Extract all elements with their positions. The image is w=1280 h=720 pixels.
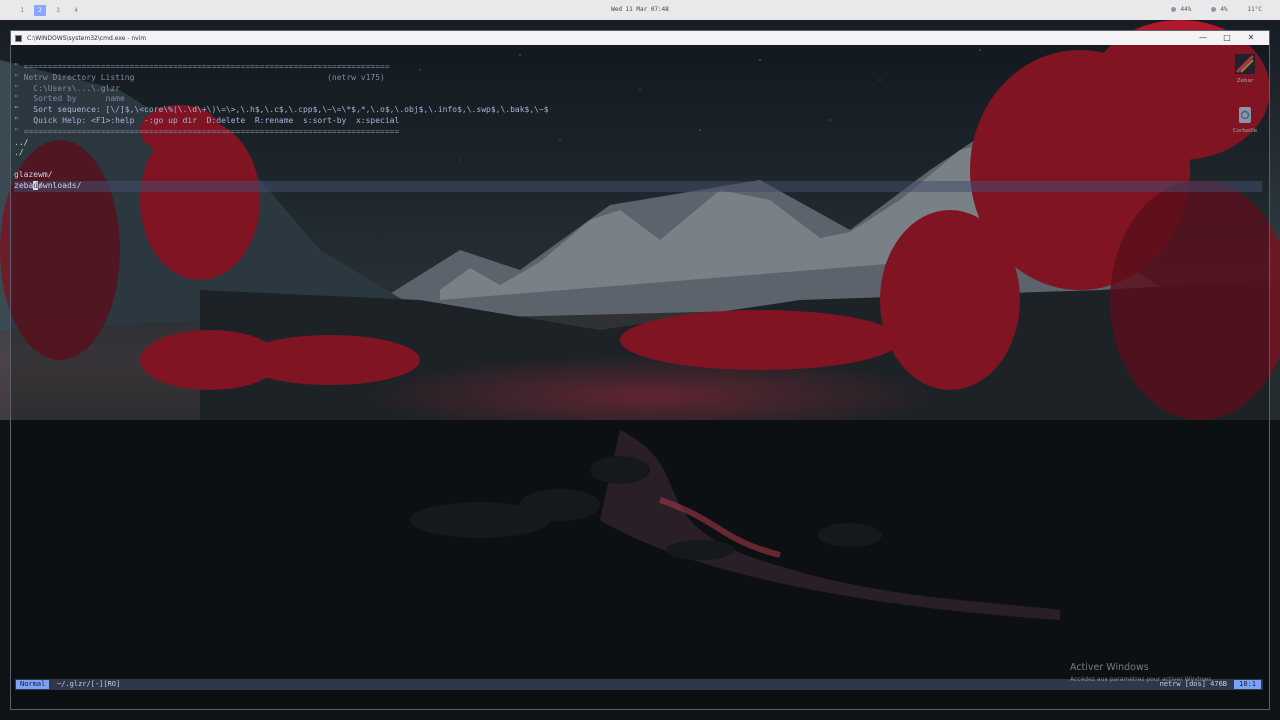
- netrw-banner-line: " ======================================…: [14, 126, 400, 136]
- directory-entry-selected[interactable]: downloads/: [14, 159, 1264, 192]
- netrw-banner-line: " C:\Users\...\.glzr: [14, 83, 120, 93]
- netrw-buffer[interactable]: " ======================================…: [14, 62, 1264, 192]
- top-bar: 1 2 3 4 Wed 11 Mar 07:48 44% 4% 11°C: [0, 0, 1280, 20]
- statusline-filename: ~/.glzr/[-][RO]: [57, 680, 121, 688]
- directory-entry[interactable]: ../: [14, 138, 1264, 149]
- netrw-banner-line: " Sort sequence: [\/]$,\<core\%(\.\d\+\)…: [14, 105, 549, 115]
- cursor-position: 10:1: [1234, 680, 1261, 689]
- window-titlebar[interactable]: C:\WINDOWS\system32\cmd.exe - nvim — □ ✕: [11, 31, 1269, 45]
- weather-temperature: 11°C: [1247, 6, 1262, 13]
- directory-entry[interactable]: zebar/: [14, 181, 1264, 192]
- window-title: C:\WINDOWS\system32\cmd.exe - nvim: [27, 34, 147, 42]
- memory-usage: 44%: [1180, 6, 1192, 13]
- clock: Wed 11 Mar 07:48: [611, 6, 669, 13]
- netrw-banner-line: " Sorted by name: [14, 94, 125, 104]
- netrw-banner-line: " Quick Help: <F1>:help -:go up dir D:de…: [14, 115, 400, 125]
- directory-entry[interactable]: ./: [14, 148, 1264, 159]
- memory-icon: [1171, 7, 1177, 12]
- close-button[interactable]: ✕: [1239, 31, 1263, 45]
- netrw-banner-line: " Netrw Directory Listing (netrw v175): [14, 72, 385, 82]
- watermark-subtitle: Accédez aux paramètres pour activer Wind…: [1070, 676, 1214, 683]
- mode-indicator: Normal: [16, 680, 50, 689]
- cpu-usage: 4%: [1220, 6, 1228, 13]
- minimize-button[interactable]: —: [1191, 31, 1215, 45]
- directory-entry[interactable]: glazewm/: [14, 170, 1264, 181]
- window-controls: — □ ✕: [1191, 31, 1263, 45]
- activation-watermark: Activer Windows Accédez aux paramètres p…: [1070, 662, 1213, 683]
- cpu-icon: [1211, 7, 1217, 12]
- netrw-banner-line: " ======================================…: [14, 62, 390, 71]
- watermark-title: Activer Windows: [1070, 662, 1149, 673]
- maximize-button[interactable]: □: [1215, 31, 1239, 45]
- system-tray: 44% 4% 11°C: [1171, 6, 1262, 13]
- cmd-icon: [15, 34, 22, 42]
